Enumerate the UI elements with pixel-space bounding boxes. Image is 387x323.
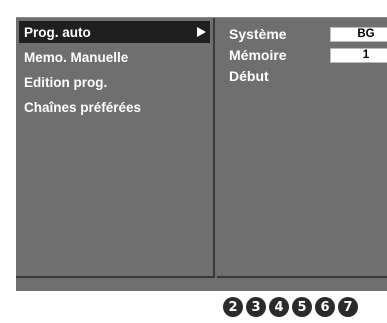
debut-label: Début [229,68,269,84]
tv-menu-screen: Prog. auto Memo. Manuelle Edition prog. … [16,17,387,291]
setting-row-systeme[interactable]: Système BG [229,24,387,44]
callout-7: 7 [338,297,358,317]
menu-item-label: Memo. Manuelle [24,49,129,65]
setting-row-memoire[interactable]: Mémoire 1 [229,45,387,65]
callout-5: 5 [292,297,312,317]
main-menu: Prog. auto Memo. Manuelle Edition prog. … [16,21,213,118]
menu-item-label: Prog. auto [24,24,91,40]
screen-bottom-strip [16,278,387,291]
callout-6: 6 [315,297,335,317]
arrow-right-icon [197,27,206,37]
systeme-label: Système [229,26,287,42]
submenu-panel: Système BG Mémoire 1 Début [217,18,387,278]
callout-numbers: 2 3 4 5 6 7 [223,297,358,319]
callout-3: 3 [246,297,266,317]
setting-row-debut[interactable]: Début [229,66,387,86]
menu-item-label: Chaînes préférées [24,99,142,115]
memoire-value-field[interactable]: 1 [330,47,387,63]
callout-2: 2 [223,297,243,317]
callout-4: 4 [269,297,289,317]
memoire-label: Mémoire [229,47,287,63]
main-menu-panel: Prog. auto Memo. Manuelle Edition prog. … [16,18,215,278]
systeme-value-field[interactable]: BG [330,26,387,42]
menu-item-edition-prog[interactable]: Edition prog. [19,71,210,93]
menu-item-memo-manuelle[interactable]: Memo. Manuelle [19,46,210,68]
menu-item-label: Edition prog. [24,74,108,90]
menu-item-prog-auto[interactable]: Prog. auto [19,21,210,43]
menu-item-chaines-preferees[interactable]: Chaînes préférées [19,96,210,118]
